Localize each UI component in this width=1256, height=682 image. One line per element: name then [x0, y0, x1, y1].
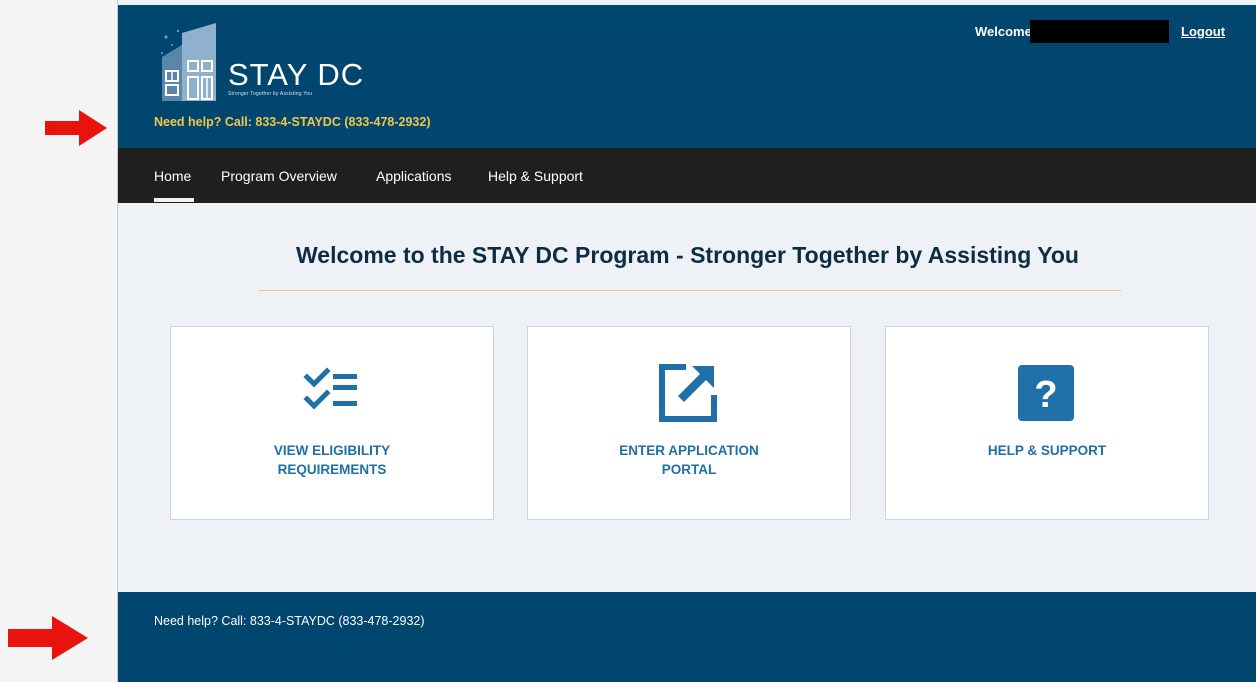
redacted-username	[1030, 20, 1169, 43]
nav-applications[interactable]: Applications	[376, 168, 452, 184]
title-divider	[259, 290, 1121, 291]
nav-active-indicator	[154, 198, 194, 202]
main-nav: Home Program Overview Applications Help …	[118, 148, 1256, 203]
nav-program-overview[interactable]: Program Overview	[221, 168, 337, 184]
annotation-arrow-bottom	[8, 616, 88, 660]
card-help-support[interactable]: ? HELP & SUPPORT	[885, 326, 1209, 520]
card-label-eligibility: VIEW ELIGIBILITY REQUIREMENTS	[273, 443, 391, 477]
svg-text:?: ?	[1034, 374, 1057, 416]
card-label-help-support: HELP & SUPPORT	[987, 443, 1107, 458]
nav-home[interactable]: Home	[154, 168, 191, 184]
browser-page: STAY DC Stronger Together by Assisting Y…	[117, 0, 1256, 682]
checklist-icon	[303, 367, 357, 410]
logo-tagline: Stronger Together by Assisting You	[228, 91, 313, 97]
footer-help-line: Need help? Call: 833-4-STAYDC (833-478-2…	[154, 614, 425, 628]
page-title: Welcome to the STAY DC Program - Stronge…	[296, 242, 1079, 268]
welcome-label: Welcome,	[975, 24, 1036, 39]
nav-help-support[interactable]: Help & Support	[488, 168, 583, 184]
annotation-arrow-top	[45, 110, 107, 146]
card-enter-application-portal[interactable]: ENTER APPLICATION PORTAL	[527, 326, 851, 520]
external-link-icon	[659, 364, 717, 422]
logout-link[interactable]: Logout	[1181, 24, 1225, 39]
site-footer: Need help? Call: 833-4-STAYDC (833-478-2…	[118, 592, 1256, 682]
question-icon: ?	[1018, 365, 1074, 421]
logo-title: STAY DC	[228, 57, 365, 92]
header-help-line: Need help? Call: 833-4-STAYDC (833-478-2…	[154, 115, 431, 129]
card-label-application-portal: ENTER APPLICATION PORTAL	[619, 443, 759, 477]
card-view-eligibility[interactable]: VIEW ELIGIBILITY REQUIREMENTS	[170, 326, 494, 520]
site-header: STAY DC Stronger Together by Assisting Y…	[118, 5, 1256, 148]
